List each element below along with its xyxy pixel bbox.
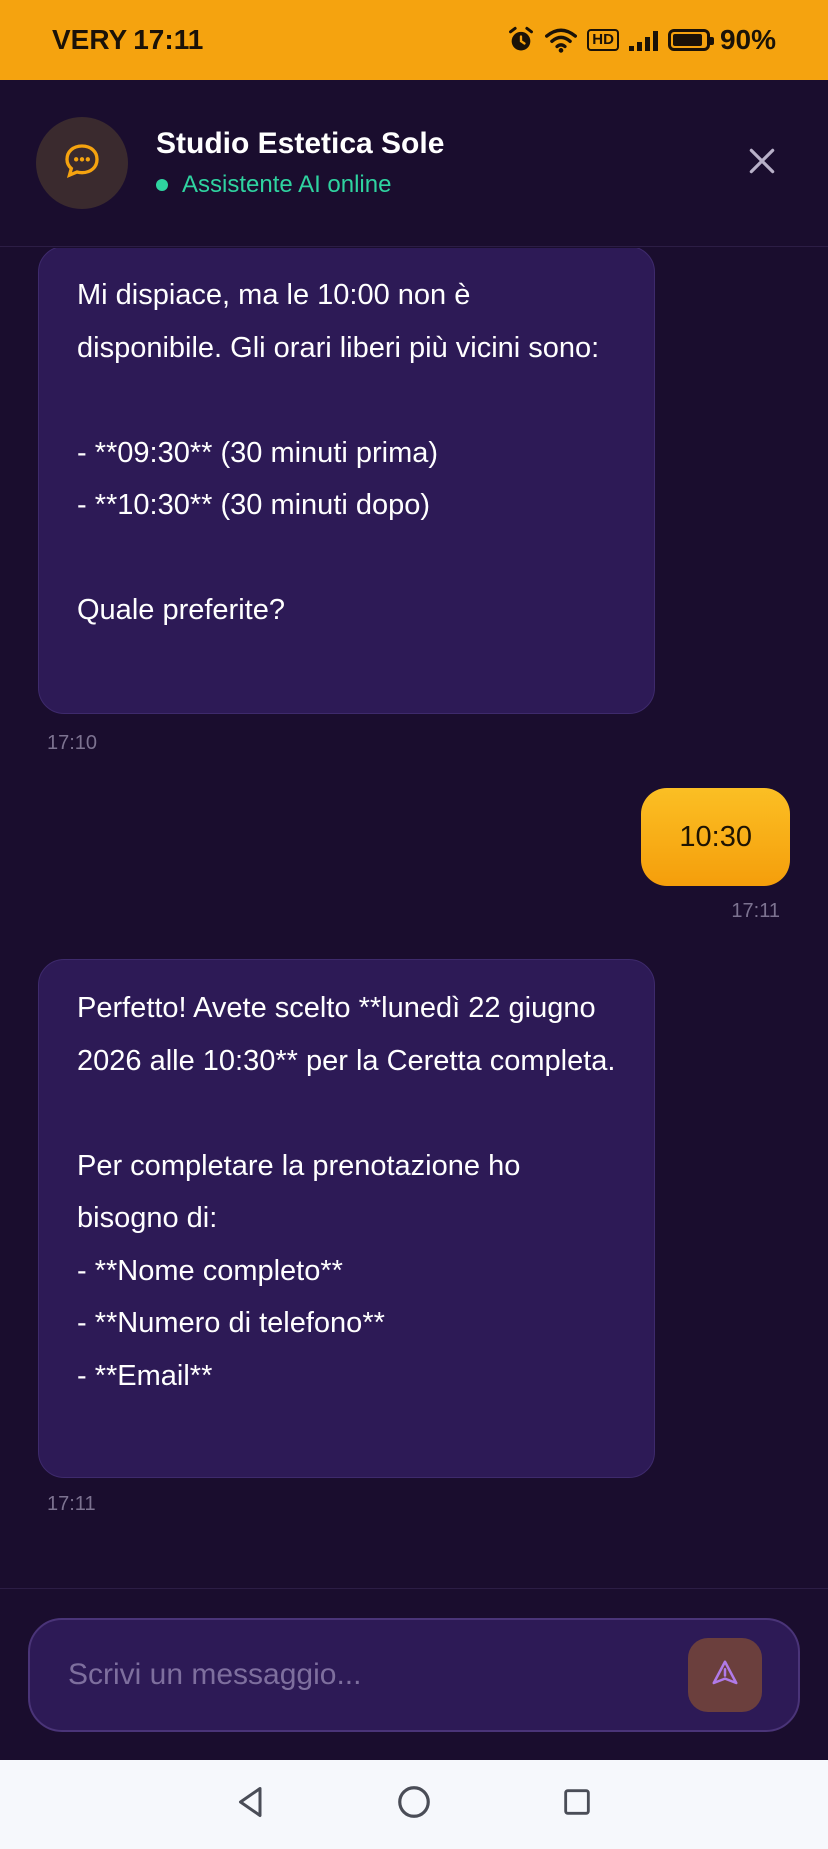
- message-timestamp: 17:10: [47, 732, 98, 754]
- bot-message-bubble: Perfetto! Avete scelto **lunedì 22 giugn…: [38, 959, 655, 1478]
- status-time: 17:11: [133, 24, 204, 55]
- message-timestamp: 17:11: [47, 1493, 96, 1515]
- user-message-bubble: 10:30: [641, 788, 790, 886]
- bot-message-bubble: Mi dispiace, ma le 10:00 non è disponibi…: [38, 248, 655, 714]
- chat-header: Studio Estetica Sole Assistente AI onlin…: [0, 80, 828, 247]
- home-circle-icon: [395, 1783, 433, 1826]
- close-icon: [746, 145, 778, 182]
- status-bar: VERY 17:11 HD 90%: [0, 0, 828, 80]
- chat-bubble-icon: [62, 141, 102, 186]
- back-triangle-icon: [233, 1784, 269, 1825]
- composer: [0, 1588, 828, 1760]
- battery-percent: 90%: [719, 24, 776, 55]
- message-timestamp: 17:11: [731, 900, 780, 922]
- online-dot-icon: [156, 179, 168, 191]
- hd-badge: HD: [587, 29, 619, 51]
- message-input-box[interactable]: [28, 1618, 800, 1732]
- status-left: VERY 17:11: [52, 24, 203, 56]
- send-icon: [710, 1658, 740, 1693]
- status-right: HD 90%: [507, 24, 776, 56]
- online-status-label: Assistente AI online: [182, 171, 392, 198]
- screen: VERY 17:11 HD 90% Studio Estetica Sole A…: [0, 0, 828, 1849]
- battery-icon: [667, 29, 714, 51]
- signal-icon: [628, 29, 658, 51]
- recents-button[interactable]: [549, 1777, 605, 1833]
- back-button[interactable]: [223, 1777, 279, 1833]
- assistant-avatar: [36, 117, 128, 209]
- recents-square-icon: [560, 1785, 594, 1824]
- send-button[interactable]: [688, 1638, 762, 1712]
- message-list[interactable]: Mi dispiace, ma le 10:00 non è disponibi…: [0, 248, 828, 1588]
- online-status: Assistente AI online: [156, 171, 732, 199]
- carrier-label: VERY: [52, 24, 128, 55]
- wifi-icon: [545, 27, 578, 53]
- header-text: Studio Estetica Sole Assistente AI onlin…: [156, 127, 732, 199]
- page-title: Studio Estetica Sole: [156, 127, 445, 160]
- home-button[interactable]: [386, 1777, 442, 1833]
- message-input[interactable]: [68, 1658, 688, 1692]
- alarm-icon: [507, 26, 535, 54]
- system-nav-bar: [0, 1760, 828, 1849]
- close-button[interactable]: [732, 133, 792, 193]
